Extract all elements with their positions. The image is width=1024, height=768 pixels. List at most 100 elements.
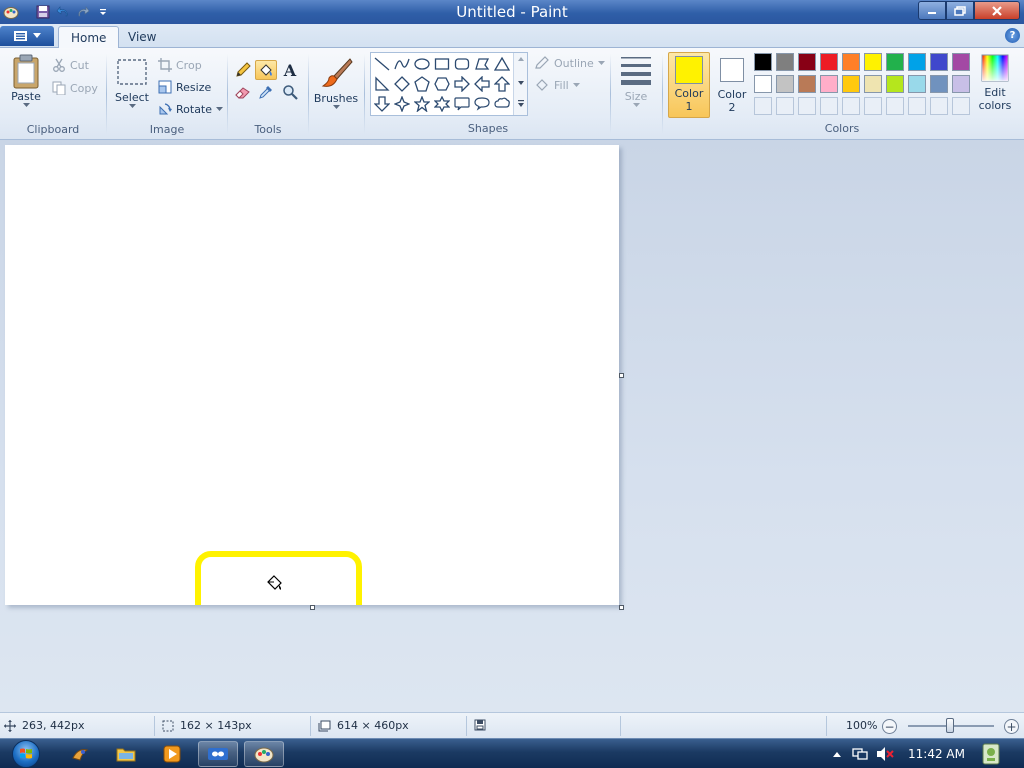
palette-swatch[interactable] bbox=[820, 75, 838, 93]
oval-shape[interactable] bbox=[412, 54, 432, 74]
fill-button[interactable]: Fill bbox=[534, 78, 580, 92]
custom-color-slot[interactable] bbox=[754, 97, 772, 115]
network-icon[interactable] bbox=[852, 746, 868, 762]
pentagon-shape[interactable] bbox=[412, 74, 432, 94]
show-hidden-icons-icon[interactable] bbox=[832, 750, 842, 758]
palette-swatch[interactable] bbox=[908, 53, 926, 71]
rounded-callout-shape[interactable] bbox=[452, 94, 472, 114]
custom-color-slot[interactable] bbox=[864, 97, 882, 115]
pencil-tool[interactable] bbox=[232, 60, 254, 80]
outline-button[interactable]: Outline bbox=[534, 56, 605, 70]
six-point-star-shape[interactable] bbox=[432, 94, 452, 114]
palette-swatch[interactable] bbox=[776, 75, 794, 93]
help-icon[interactable]: ? bbox=[1005, 28, 1020, 43]
maximize-button[interactable] bbox=[946, 1, 974, 20]
palette-swatch[interactable] bbox=[930, 75, 948, 93]
color1-button[interactable]: Color 1 bbox=[668, 52, 710, 118]
eraser-tool[interactable] bbox=[232, 82, 254, 102]
application-menu-button[interactable] bbox=[0, 26, 54, 46]
palette-swatch[interactable] bbox=[886, 53, 904, 71]
rainbow-palette-icon bbox=[981, 54, 1009, 82]
palette-swatch[interactable] bbox=[952, 75, 970, 93]
show-desktop-button[interactable] bbox=[978, 741, 1004, 767]
tab-view[interactable]: View bbox=[116, 26, 168, 49]
custom-color-slot[interactable] bbox=[798, 97, 816, 115]
brushes-button[interactable]: Brushes bbox=[313, 56, 359, 110]
color-picker-tool[interactable] bbox=[255, 82, 277, 102]
palette-swatch[interactable] bbox=[842, 75, 860, 93]
palette-swatch[interactable] bbox=[864, 75, 882, 93]
close-button[interactable] bbox=[974, 1, 1020, 20]
custom-color-slot[interactable] bbox=[820, 97, 838, 115]
palette-swatch[interactable] bbox=[952, 53, 970, 71]
polygon-shape[interactable] bbox=[472, 54, 492, 74]
right-triangle-shape[interactable] bbox=[372, 74, 392, 94]
palette-swatch[interactable] bbox=[820, 53, 838, 71]
oval-callout-shape[interactable] bbox=[472, 94, 492, 114]
line-shape[interactable] bbox=[372, 54, 392, 74]
taskbar-app-1[interactable] bbox=[60, 741, 100, 767]
edit-colors-button[interactable]: Edit colors bbox=[974, 54, 1016, 112]
paste-button[interactable]: Paste bbox=[6, 54, 46, 108]
palette-swatch[interactable] bbox=[776, 53, 794, 71]
up-arrow-shape[interactable] bbox=[492, 74, 512, 94]
taskbar-explorer[interactable] bbox=[106, 741, 146, 767]
curve-shape[interactable] bbox=[392, 54, 412, 74]
zoom-slider-thumb[interactable] bbox=[946, 718, 954, 733]
select-button[interactable]: Select bbox=[114, 56, 150, 109]
copy-button[interactable]: Copy bbox=[52, 81, 98, 95]
minimize-button[interactable] bbox=[918, 1, 946, 20]
palette-swatch[interactable] bbox=[842, 53, 860, 71]
fill-tool[interactable] bbox=[255, 60, 277, 80]
down-arrow-shape[interactable] bbox=[372, 94, 392, 114]
five-point-star-shape[interactable] bbox=[412, 94, 432, 114]
four-point-star-shape[interactable] bbox=[392, 94, 412, 114]
tab-home[interactable]: Home bbox=[58, 26, 120, 49]
palette-swatch[interactable] bbox=[754, 53, 772, 71]
taskbar-paint[interactable] bbox=[244, 741, 284, 767]
palette-swatch[interactable] bbox=[864, 53, 882, 71]
rounded-rectangle-shape[interactable] bbox=[452, 54, 472, 74]
color2-button[interactable]: Color 2 bbox=[712, 52, 752, 118]
left-arrow-shape[interactable] bbox=[472, 74, 492, 94]
palette-swatch[interactable] bbox=[798, 53, 816, 71]
zoom-out-button[interactable]: − bbox=[882, 719, 897, 734]
crop-button[interactable]: Crop bbox=[158, 58, 202, 72]
diamond-shape[interactable] bbox=[392, 74, 412, 94]
cloud-callout-shape[interactable] bbox=[492, 94, 512, 114]
text-tool[interactable]: A bbox=[279, 60, 301, 80]
custom-color-slot[interactable] bbox=[908, 97, 926, 115]
size-button[interactable]: Size bbox=[616, 54, 656, 108]
canvas-size-icon bbox=[318, 720, 331, 731]
resize-handle-right[interactable] bbox=[619, 373, 624, 378]
taskbar-media-player[interactable] bbox=[152, 741, 192, 767]
custom-color-slot[interactable] bbox=[930, 97, 948, 115]
right-arrow-shape[interactable] bbox=[452, 74, 472, 94]
custom-color-slot[interactable] bbox=[952, 97, 970, 115]
resize-handle-corner[interactable] bbox=[619, 605, 624, 610]
resize-button[interactable]: Resize bbox=[158, 80, 211, 94]
volume-muted-icon[interactable] bbox=[876, 746, 894, 762]
palette-swatch[interactable] bbox=[798, 75, 816, 93]
start-button[interactable] bbox=[8, 740, 44, 768]
palette-swatch[interactable] bbox=[886, 75, 904, 93]
triangle-shape[interactable] bbox=[492, 54, 512, 74]
cut-button[interactable]: Cut bbox=[52, 58, 89, 72]
rotate-button[interactable]: Rotate bbox=[158, 102, 224, 116]
copy-icon bbox=[52, 81, 66, 95]
taskbar-clock[interactable]: 11:42 AM bbox=[908, 747, 965, 761]
palette-swatch[interactable] bbox=[908, 75, 926, 93]
hexagon-shape[interactable] bbox=[432, 74, 452, 94]
palette-swatch[interactable] bbox=[754, 75, 772, 93]
custom-color-slot[interactable] bbox=[776, 97, 794, 115]
palette-swatch[interactable] bbox=[930, 53, 948, 71]
resize-handle-bottom[interactable] bbox=[310, 605, 315, 610]
shapes-scroll[interactable] bbox=[513, 53, 527, 115]
custom-color-slot[interactable] bbox=[842, 97, 860, 115]
magnifier-tool[interactable] bbox=[279, 82, 301, 102]
custom-color-slot[interactable] bbox=[886, 97, 904, 115]
zoom-in-button[interactable]: + bbox=[1004, 719, 1019, 734]
drawing-canvas[interactable] bbox=[5, 145, 619, 605]
taskbar-app-4[interactable] bbox=[198, 741, 238, 767]
rectangle-shape[interactable] bbox=[432, 54, 452, 74]
